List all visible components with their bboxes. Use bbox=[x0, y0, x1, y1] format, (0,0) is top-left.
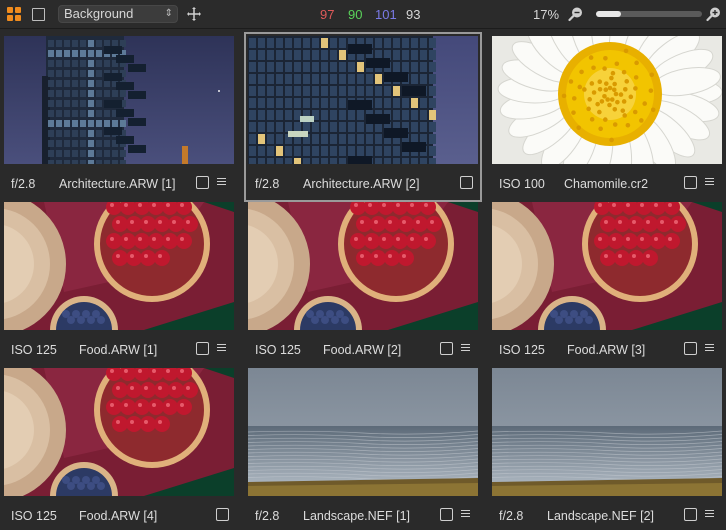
thumbnail-image[interactable] bbox=[492, 36, 722, 164]
thumbnail-meta: ISO 100 bbox=[499, 177, 545, 191]
thumbnail-cell[interactable]: ISO 125 Food.ARW [1] bbox=[4, 202, 234, 364]
blue-count: 101 bbox=[375, 7, 397, 22]
list-icon[interactable] bbox=[461, 344, 470, 352]
zoom-slider[interactable] bbox=[596, 11, 702, 17]
thumbnail-filename: Architecture.ARW [1] bbox=[59, 177, 176, 191]
background-select[interactable]: Background ⇕ bbox=[58, 5, 178, 23]
thumbnail-cell[interactable]: f/2.8 Architecture.ARW [1] bbox=[4, 36, 234, 198]
thumbnail-meta: f/2.8 bbox=[255, 177, 280, 191]
list-icon[interactable] bbox=[705, 178, 714, 186]
thumbnail-cell[interactable]: ISO 125 Food.ARW [3] bbox=[492, 202, 722, 364]
thumbnail-caption: f/2.8 Landscape.NEF [2] bbox=[492, 496, 722, 530]
thumbnail-meta: f/2.8 bbox=[11, 177, 36, 191]
add-cursor-icon[interactable] bbox=[186, 6, 202, 22]
thumbnail-meta: ISO 125 bbox=[499, 343, 545, 357]
thumbnail-caption: ISO 100 Chamomile.cr2 bbox=[492, 164, 722, 198]
thumbnail-caption: ISO 125 Food.ARW [1] bbox=[4, 330, 234, 364]
thumbnail-cell[interactable]: f/2.8 Landscape.NEF [1] bbox=[248, 368, 478, 530]
thumbnail-image[interactable] bbox=[248, 368, 478, 496]
thumbnail-image[interactable] bbox=[4, 36, 234, 164]
select-checkbox[interactable] bbox=[684, 508, 697, 521]
thumbnail-caption: f/2.8 Architecture.ARW [1] bbox=[4, 164, 234, 198]
zoom-percent: 17% bbox=[533, 7, 560, 22]
chevron-updown-icon: ⇕ bbox=[164, 8, 173, 19]
thumbnail-caption: f/2.8 Architecture.ARW [2] bbox=[248, 164, 478, 198]
thumbnail-cell[interactable]: f/2.8 Landscape.NEF [2] bbox=[492, 368, 722, 530]
thumbnail-filename: Chamomile.cr2 bbox=[564, 177, 649, 191]
gray-count: 93 bbox=[406, 7, 421, 22]
thumbnail-cell[interactable]: f/2.8 Architecture.ARW [2] bbox=[244, 32, 482, 202]
thumbnail-caption: ISO 125 Food.ARW [3] bbox=[492, 330, 722, 364]
single-view-icon[interactable] bbox=[32, 8, 45, 21]
zoom-out-icon[interactable] bbox=[568, 6, 584, 22]
thumbnail-filename: Architecture.ARW [2] bbox=[303, 177, 420, 191]
select-checkbox[interactable] bbox=[196, 342, 209, 355]
select-checkbox[interactable] bbox=[440, 342, 453, 355]
red-count: 97 bbox=[320, 7, 335, 22]
thumbnail-meta: ISO 125 bbox=[11, 343, 57, 357]
zoom-slider-fill bbox=[596, 11, 622, 17]
thumbnail-caption: f/2.8 Landscape.NEF [1] bbox=[248, 496, 478, 530]
grid-view-icon[interactable] bbox=[7, 7, 21, 21]
thumbnail-filename: Food.ARW [3] bbox=[567, 343, 646, 357]
thumbnail-cell[interactable]: ISO 125 Food.ARW [2] bbox=[248, 202, 478, 364]
thumbnail-cell[interactable]: ISO 125 Food.ARW [4] bbox=[4, 368, 234, 530]
list-icon[interactable] bbox=[217, 344, 226, 352]
select-checkbox[interactable] bbox=[460, 176, 473, 189]
thumbnail-cell[interactable]: ISO 100 Chamomile.cr2 bbox=[492, 36, 722, 198]
green-count: 90 bbox=[348, 7, 363, 22]
select-checkbox[interactable] bbox=[684, 176, 697, 189]
thumbnail-filename: Food.ARW [2] bbox=[323, 343, 402, 357]
select-checkbox[interactable] bbox=[216, 508, 229, 521]
background-select-value: Background bbox=[64, 6, 134, 21]
thumbnail-filename: Food.ARW [1] bbox=[79, 343, 158, 357]
thumbnail-image[interactable] bbox=[4, 202, 234, 330]
thumbnail-image[interactable] bbox=[492, 368, 722, 496]
thumbnail-filename: Landscape.NEF [2] bbox=[547, 509, 655, 523]
list-icon[interactable] bbox=[461, 510, 470, 518]
thumbnail-image[interactable] bbox=[248, 36, 478, 164]
thumbnail-image[interactable] bbox=[248, 202, 478, 330]
thumbnail-filename: Food.ARW [4] bbox=[79, 509, 158, 523]
thumbnail-meta: f/2.8 bbox=[255, 509, 280, 523]
select-checkbox[interactable] bbox=[684, 342, 697, 355]
thumbnail-meta: ISO 125 bbox=[11, 509, 57, 523]
browser-toolbar: Background ⇕ 97 90 101 93 17% bbox=[0, 0, 726, 29]
zoom-in-icon[interactable] bbox=[706, 6, 722, 22]
select-checkbox[interactable] bbox=[440, 508, 453, 521]
thumbnail-meta: ISO 125 bbox=[255, 343, 301, 357]
thumbnail-caption: ISO 125 Food.ARW [2] bbox=[248, 330, 478, 364]
thumbnail-caption: ISO 125 Food.ARW [4] bbox=[4, 496, 234, 530]
thumbnail-filename: Landscape.NEF [1] bbox=[303, 509, 411, 523]
list-icon[interactable] bbox=[705, 344, 714, 352]
select-checkbox[interactable] bbox=[196, 176, 209, 189]
thumbnail-image[interactable] bbox=[4, 368, 234, 496]
thumbnail-image[interactable] bbox=[492, 202, 722, 330]
list-icon[interactable] bbox=[217, 178, 226, 186]
thumbnail-meta: f/2.8 bbox=[499, 509, 524, 523]
list-icon[interactable] bbox=[705, 510, 714, 518]
